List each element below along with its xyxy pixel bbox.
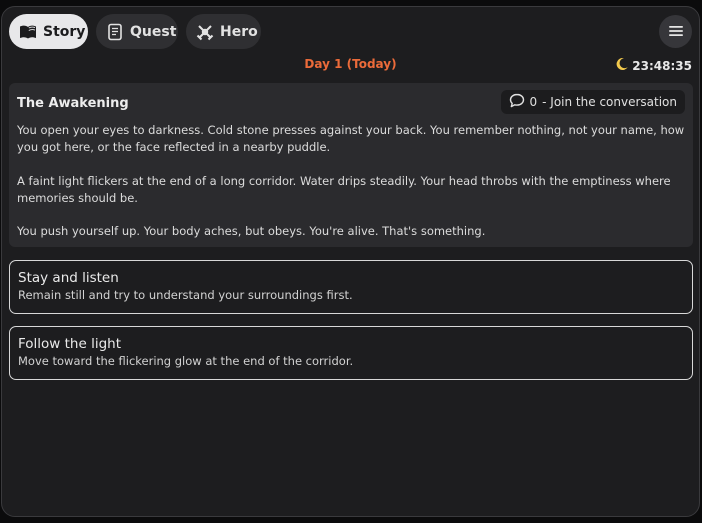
moon-icon xyxy=(615,57,629,74)
tab-quest-label: Quest xyxy=(130,23,177,40)
story-paragraph: A faint light flickers at the end of a l… xyxy=(17,173,671,205)
join-conversation-button[interactable]: 0 - Join the conversation xyxy=(500,90,685,114)
conversation-count: 0 xyxy=(529,95,538,109)
scroll-icon xyxy=(105,22,125,42)
tab-hero-label: Hero xyxy=(220,23,258,40)
day-row: Day 1 (Today) 23:48:35 xyxy=(2,57,699,73)
app-window: Story Quest Hero Day 1 (Today) 23:48:35 … xyxy=(1,6,700,517)
choice-stay-and-listen[interactable]: Stay and listen Remain still and try to … xyxy=(9,260,693,314)
choice-title: Follow the light xyxy=(18,336,122,352)
speech-bubble-icon xyxy=(509,93,525,111)
tab-hero[interactable]: Hero xyxy=(186,14,261,49)
story-card: The Awakening 0 - Join the conversation … xyxy=(9,83,693,247)
tab-story[interactable]: Story xyxy=(9,14,88,49)
menu-button[interactable] xyxy=(659,15,692,48)
story-title: The Awakening xyxy=(17,96,129,111)
choice-description: Move toward the flickering glow at the e… xyxy=(18,354,354,368)
book-icon xyxy=(18,22,38,42)
tab-quest[interactable]: Quest xyxy=(96,14,178,49)
crossed-swords-icon xyxy=(195,22,215,42)
hamburger-menu-icon xyxy=(668,22,683,41)
day-label: Day 1 (Today) xyxy=(304,57,397,71)
conversation-label: - Join the conversation xyxy=(542,95,677,109)
choice-follow-the-light[interactable]: Follow the light Move toward the flicker… xyxy=(9,326,693,380)
clock: 23:48:35 xyxy=(615,57,692,74)
clock-time: 23:48:35 xyxy=(632,58,692,73)
story-paragraph: You open your eyes to darkness. Cold sto… xyxy=(17,123,685,154)
story-text: You open your eyes to darkness. Cold sto… xyxy=(17,122,685,257)
choice-description: Remain still and try to understand your … xyxy=(18,288,353,302)
choice-title: Stay and listen xyxy=(18,270,119,286)
tab-story-label: Story xyxy=(43,23,86,40)
top-navigation: Story Quest Hero xyxy=(9,14,692,50)
story-paragraph: You push yourself up. Your body aches, b… xyxy=(17,224,486,238)
